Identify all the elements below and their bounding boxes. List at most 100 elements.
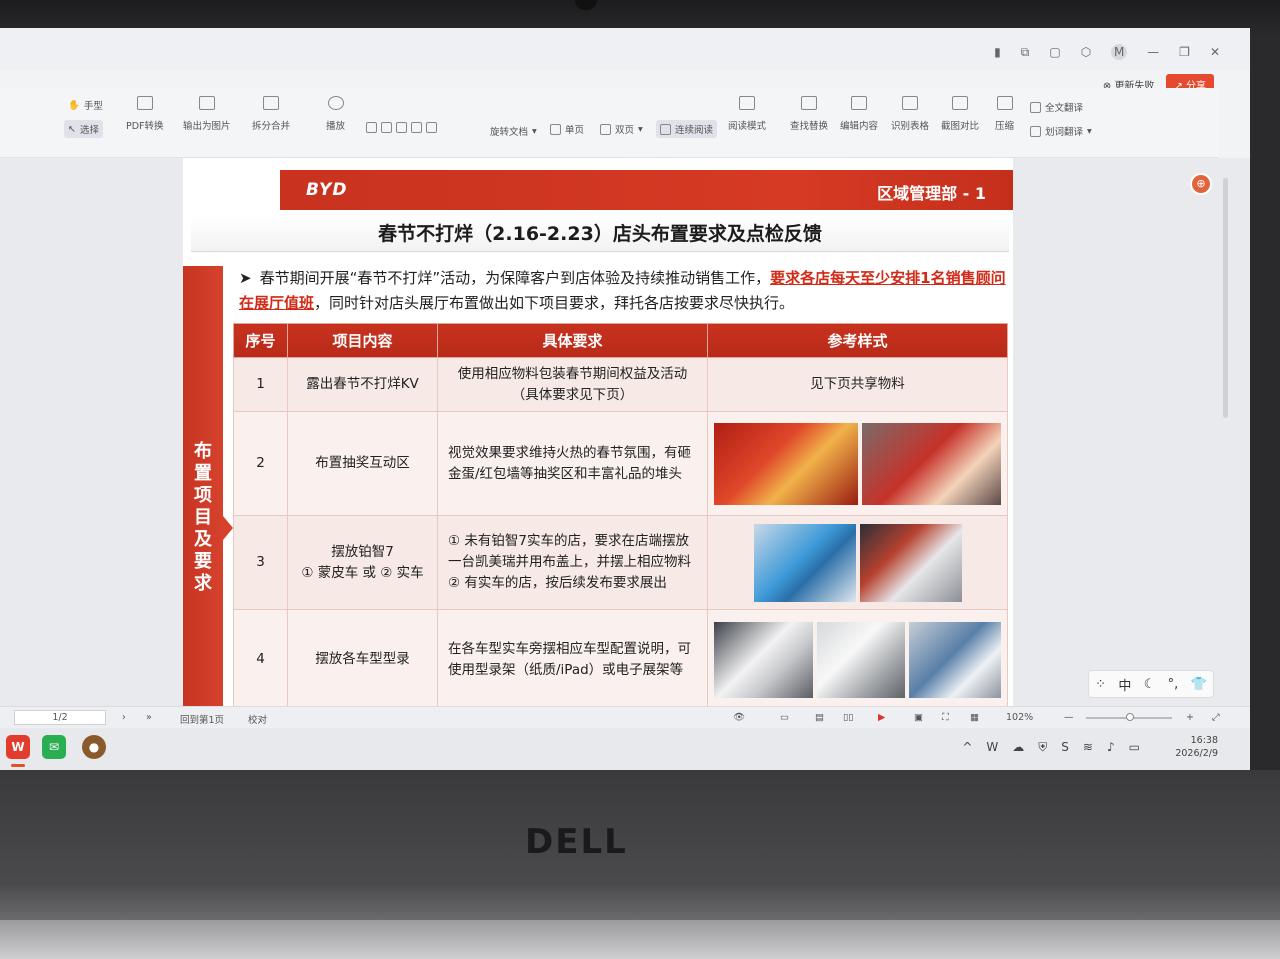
app-icon[interactable]: ●: [82, 735, 106, 759]
proofread-button[interactable]: 校对: [248, 712, 267, 726]
compress-label: 压缩: [995, 121, 1015, 132]
fullscreen-fit-icon[interactable]: ⛶: [942, 712, 949, 723]
document-view-icon[interactable]: ▤: [815, 712, 824, 723]
find-replace-label: 查找替换: [790, 121, 829, 132]
row-no: 1: [233, 357, 288, 412]
double-page-icon: [600, 123, 611, 135]
system-tray: ^ W ☁ ⛨ S ≋ ♪ ▭: [962, 740, 1140, 755]
rotate-right-icon[interactable]: [426, 122, 437, 133]
shirt-icon[interactable]: 👕: [1191, 677, 1207, 692]
avatar[interactable]: M: [1111, 44, 1128, 60]
lottery-zone-photo: [714, 422, 858, 505]
zoom-slider-knob[interactable]: [1126, 713, 1134, 721]
find-replace-button[interactable]: 查找替换: [790, 96, 828, 132]
title-bar: ▮ ⧉ ▢ ⬡ M — ❐ ✕: [0, 28, 1250, 70]
pdf-convert-button[interactable]: PDF转换: [126, 96, 164, 132]
word-translate-button[interactable]: 划词翻译 ▾: [1030, 124, 1092, 138]
recognize-table-button[interactable]: 识别表格: [891, 96, 929, 132]
row-reference: [707, 609, 1008, 706]
select-tool-button[interactable]: ↖ 选择: [64, 120, 103, 138]
fit-page-icon[interactable]: [381, 122, 392, 133]
requirement-line: ② 有实车的店，按后续发布要求展出: [448, 575, 667, 591]
punctuation-icon[interactable]: °,: [1168, 677, 1179, 692]
requirement-line: 一台凯美瑞并用布盖上，并摆上相应物料: [448, 554, 691, 570]
double-page-view-icon[interactable]: ▯▯: [843, 712, 853, 723]
restore-icon[interactable]: ❐: [1179, 45, 1190, 59]
hand-tool-button[interactable]: ✋ 手型: [68, 98, 103, 113]
double-page-button[interactable]: 双页 ▾: [600, 122, 643, 136]
play-icon: [327, 96, 344, 110]
zoom-level[interactable]: 102%: [1006, 712, 1033, 723]
slide-title-box: 春节不打烊（2.16-2.23）店头布置要求及点检反馈: [191, 216, 1009, 252]
continuous-read-button[interactable]: 连续阅读: [656, 120, 718, 138]
brand-logo: BYD: [306, 180, 348, 200]
read-mode-label: 阅读模式: [728, 121, 767, 132]
close-icon[interactable]: ✕: [1210, 45, 1220, 59]
wechat-app-icon[interactable]: ✉: [42, 735, 66, 759]
vertical-scrollbar[interactable]: [1223, 178, 1228, 418]
full-translate-button[interactable]: 全文翻译: [1030, 100, 1083, 114]
moon-icon[interactable]: ☾: [1144, 677, 1156, 692]
window-icon[interactable]: ▢: [1049, 45, 1060, 59]
battery-icon[interactable]: ▭: [1129, 740, 1140, 755]
expand-icon[interactable]: ⤢: [1212, 712, 1220, 723]
floating-assistant-icon[interactable]: ⊕: [1190, 173, 1212, 195]
full-translate-label: 全文翻译: [1045, 103, 1084, 114]
chevron-up-icon[interactable]: ^: [962, 740, 972, 755]
double-page-label: 双页: [615, 125, 635, 136]
split-merge-button[interactable]: 拆分合并: [252, 96, 290, 132]
zoom-in-icon[interactable]: +: [1186, 712, 1194, 723]
wifi-icon[interactable]: ≋: [1083, 740, 1093, 755]
chevron-down-icon: ▾: [638, 123, 643, 135]
row-requirement: 视觉效果要求维持火热的春节氛围，有砸 金蛋/红包墙等抽奖区和丰富礼品的堆头: [437, 411, 708, 516]
page-number-input[interactable]: 1/2: [14, 710, 106, 725]
rotate-left-icon[interactable]: [411, 122, 422, 133]
pin-icon[interactable]: ▮: [994, 45, 1001, 59]
continuous-read-label: 连续阅读: [675, 125, 714, 136]
minimize-icon[interactable]: —: [1147, 45, 1159, 59]
car-model-photo: [909, 621, 1001, 698]
rotate-doc-button[interactable]: 旋转文档 ▾: [490, 124, 537, 139]
back-to-first-page-link[interactable]: 回到第1页: [180, 712, 224, 726]
grid-icon[interactable]: ⁘: [1095, 677, 1106, 692]
row-requirement: 使用相应物料包装春节期间权益及活动 （具体要求见下页）: [437, 357, 708, 412]
department-label: 区域管理部 - 1: [877, 184, 986, 203]
screenshot-compare-button[interactable]: 截图对比: [941, 96, 979, 132]
play-slideshow-icon[interactable]: ▶: [878, 712, 885, 723]
word-translate-label: 划词翻译: [1045, 127, 1084, 138]
zoom-out-icon[interactable]: —: [1064, 712, 1074, 723]
eye-icon[interactable]: 👁: [733, 712, 745, 723]
cloud-icon[interactable]: ☁: [1012, 740, 1024, 755]
read-mode-button[interactable]: 阅读模式: [728, 96, 766, 132]
cube-icon[interactable]: ⬡: [1081, 45, 1091, 59]
export-image-button[interactable]: 输出为图片: [183, 96, 231, 132]
table-header-row: 序号 项目内容 具体要求 参考样式: [233, 323, 1008, 358]
wps-app-icon[interactable]: W: [6, 735, 30, 759]
layout-icon[interactable]: ⧉: [1021, 45, 1030, 60]
bookmark-icon[interactable]: ▦: [970, 712, 979, 723]
sogou-icon[interactable]: S: [1061, 740, 1069, 755]
find-replace-icon: [801, 96, 817, 110]
last-page-icon[interactable]: »: [146, 712, 152, 723]
actual-size-icon[interactable]: [396, 122, 407, 133]
view-tools: [366, 122, 437, 133]
ime-mode[interactable]: 中: [1118, 675, 1131, 694]
clock[interactable]: 16:38 2026/2/9: [1175, 734, 1218, 760]
single-page-view-icon[interactable]: ▭: [780, 712, 789, 723]
edit-content-button[interactable]: 编辑内容: [840, 96, 878, 132]
fit-icon[interactable]: ▣: [914, 712, 923, 723]
wps-tray-icon[interactable]: W: [986, 740, 998, 755]
volume-icon[interactable]: ♪: [1107, 740, 1115, 755]
play-button[interactable]: 播放: [326, 96, 345, 132]
single-page-icon: [550, 123, 561, 135]
single-page-label: 单页: [565, 125, 585, 136]
shield-icon[interactable]: ⛨: [1038, 740, 1047, 755]
intro-text-2: ，同时针对店头展厅布置做出如下项目要求，拜托各店按要求尽快执行。: [314, 294, 795, 312]
fit-width-icon[interactable]: [366, 122, 377, 133]
next-page-icon[interactable]: ›: [122, 712, 126, 723]
requirement-line: 使用型录架（纸质/iPad）或电子展架等: [448, 661, 684, 678]
single-page-button[interactable]: 单页: [550, 122, 584, 136]
compress-button[interactable]: 压缩: [995, 96, 1014, 132]
hand-icon: ✋: [68, 99, 80, 111]
hand-tool-label: 手型: [83, 101, 103, 112]
